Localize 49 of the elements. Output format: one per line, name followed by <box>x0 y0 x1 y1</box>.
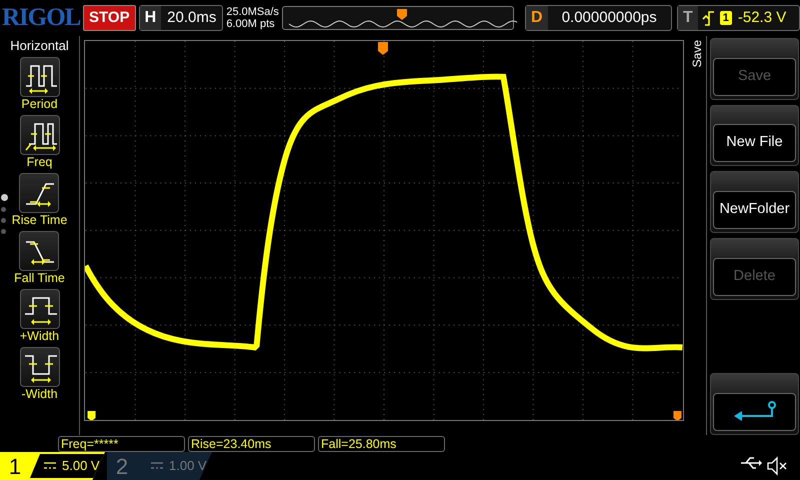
timebase-value: 20.0ms <box>166 8 218 28</box>
channel-scale: 5.00 V <box>62 457 101 476</box>
frequency-icon <box>20 115 60 155</box>
rising-edge-icon <box>702 10 716 26</box>
trigger-level: -52.3 V <box>736 8 788 28</box>
negative-width-icon <box>20 347 60 387</box>
measure-menu-item[interactable]: Period <box>20 57 60 112</box>
dc-coupling-icon <box>44 462 56 470</box>
channel-tab[interactable]: 1 5.00 V <box>0 452 105 480</box>
measurement-readout: Fall=25.80ms <box>318 436 445 452</box>
trigger-source: 1 <box>720 11 732 25</box>
measurement-readout: Rise=23.40ms <box>188 436 315 452</box>
delay-value: 0.00000000ps <box>560 8 658 28</box>
measure-menu-item[interactable]: +Width <box>20 289 60 344</box>
delay-display[interactable]: D 0.00000000ps <box>524 5 672 31</box>
trigger-label: T <box>678 6 698 30</box>
brand-logo: RIGOL <box>2 3 80 34</box>
trigger-position-marker[interactable] <box>378 42 388 55</box>
trigger-display[interactable]: T 1 -52.3 V <box>676 5 800 31</box>
channel-number: 2 <box>114 452 130 480</box>
sample-rate: 25.0MSa/s <box>226 6 279 18</box>
positive-width-icon <box>20 289 60 329</box>
run-stop-button[interactable]: STOP <box>83 5 136 31</box>
menu-title: Save <box>690 40 704 68</box>
period-icon <box>20 57 60 97</box>
delay-label: D <box>526 6 548 30</box>
menu-button[interactable]: New File <box>713 124 796 162</box>
speaker-muted-icon <box>766 456 788 476</box>
fall-time-icon <box>19 231 60 271</box>
dc-coupling-icon <box>151 462 163 470</box>
menu-button[interactable]: NewFolder <box>713 191 796 230</box>
return-arrow-icon <box>734 401 776 421</box>
usb-icon <box>740 456 762 470</box>
back-button[interactable] <box>713 393 796 431</box>
timebase-display[interactable]: H 20.0ms <box>138 5 224 31</box>
channel-scale: 1.00 V <box>169 457 208 476</box>
trigger-level-marker[interactable] <box>673 411 682 421</box>
channel-number: 1 <box>8 452 22 480</box>
rise-time-icon <box>19 173 60 213</box>
measure-menu-item[interactable]: Fall Time <box>14 231 65 286</box>
measure-menu-item[interactable]: -Width <box>20 347 60 402</box>
ground-level-marker[interactable] <box>88 411 96 421</box>
measure-menu-item[interactable]: Freq <box>20 115 60 170</box>
channel-tab[interactable]: 2 1.00 V <box>107 452 212 480</box>
menu-title: Horizontal <box>10 38 69 54</box>
measure-menu-item[interactable]: Rise Time <box>12 173 68 228</box>
memory-depth: 6.00M pts <box>226 18 276 30</box>
measurement-readout: Freq=***** <box>58 436 185 452</box>
timebase-label: H <box>140 6 162 30</box>
